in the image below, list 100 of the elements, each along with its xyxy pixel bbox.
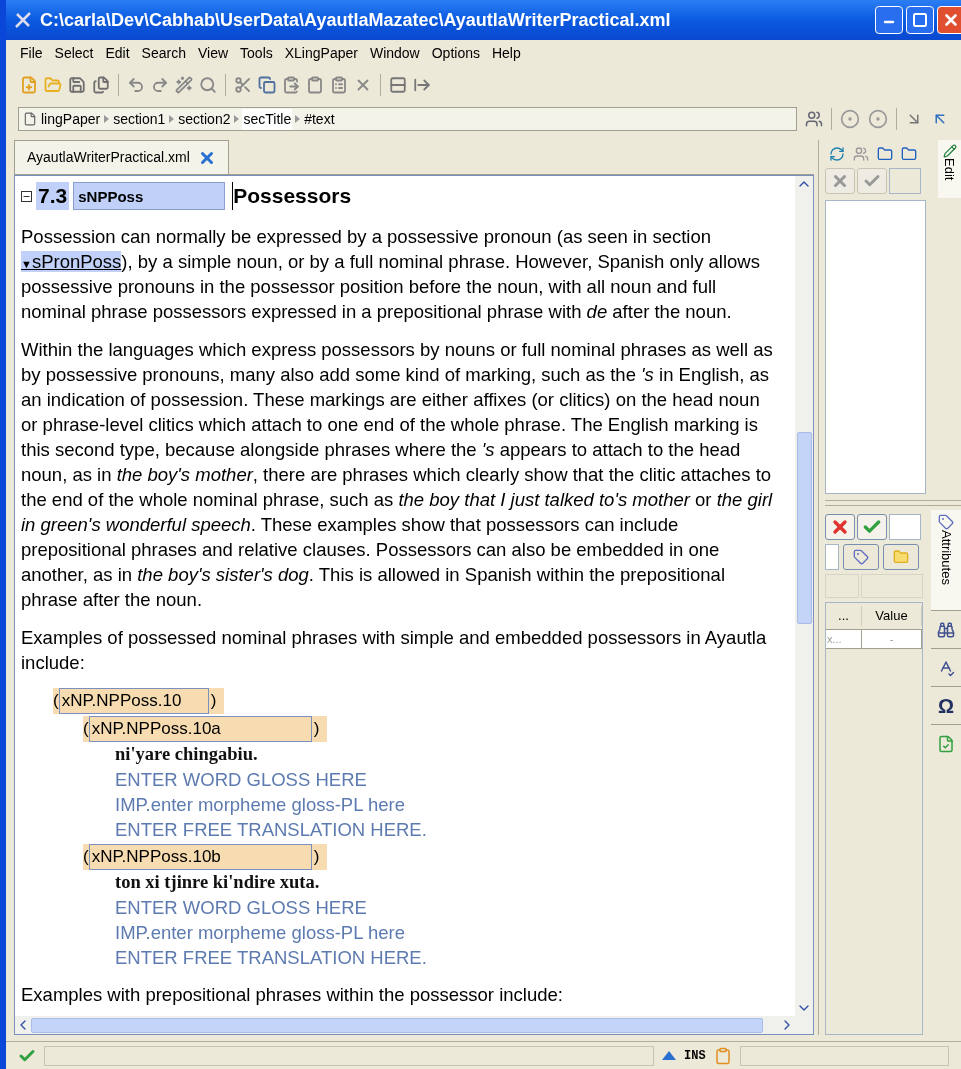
vernacular-text: ni'yare chingabiu. xyxy=(115,743,259,766)
scroll-thumb[interactable] xyxy=(31,1017,763,1033)
menu-item[interactable]: Help xyxy=(491,42,521,64)
cancel-button[interactable] xyxy=(825,168,855,194)
free-translation: ENTER FREE TRANSLATION HERE. xyxy=(115,946,428,970)
text-field[interactable] xyxy=(825,544,839,570)
horizontal-scrollbar[interactable] xyxy=(15,1016,795,1034)
files-icon[interactable] xyxy=(92,76,110,94)
menu-item[interactable]: Tools xyxy=(240,42,273,64)
table-cell: x... xyxy=(826,630,862,648)
paste-icon[interactable] xyxy=(282,76,300,94)
morpheme-gloss: IMP.enter morpheme gloss-PL here xyxy=(115,921,406,945)
rows-icon[interactable] xyxy=(389,76,407,94)
section-id-field[interactable]: sNPPoss xyxy=(73,182,226,210)
accept-button[interactable] xyxy=(857,514,887,540)
collapse-icon[interactable] xyxy=(21,190,32,202)
paren: ( xyxy=(83,718,89,741)
folder-icon[interactable] xyxy=(901,146,917,162)
breadcrumb-item[interactable]: section2 xyxy=(177,108,232,130)
search-icon[interactable] xyxy=(199,76,217,94)
menu-item[interactable]: Options xyxy=(431,42,480,64)
paren: ) xyxy=(313,718,320,741)
paren: ) xyxy=(313,846,320,869)
maximize-icon xyxy=(912,12,928,28)
save-icon[interactable] xyxy=(68,76,86,94)
menu-item[interactable]: View xyxy=(197,42,229,64)
section-number: 7.3 xyxy=(36,182,70,210)
side-tab[interactable]: Attributes xyxy=(931,510,961,610)
menu-item[interactable]: XLingPaper xyxy=(284,42,358,64)
tag-dropdown[interactable] xyxy=(843,544,879,570)
clipboard-icon[interactable] xyxy=(713,1046,732,1065)
side-tab[interactable]: Edit xyxy=(938,140,961,198)
paragraph: Examples of possessed nominal phrases with simple and embedded possessors in Ayautla include: xyxy=(21,626,768,675)
menu-item[interactable]: Edit xyxy=(105,42,130,64)
accept-button[interactable] xyxy=(857,168,887,194)
example-label-field[interactable]: xNP.NPPoss.10 xyxy=(58,688,209,714)
folder-icon[interactable] xyxy=(877,146,893,162)
paren: ( xyxy=(53,690,59,713)
breadcrumb-item[interactable]: secTitle xyxy=(242,108,293,130)
tag-icon xyxy=(853,549,869,565)
cross-icon xyxy=(831,172,849,190)
paren: ( xyxy=(83,846,89,869)
cancel-button[interactable] xyxy=(825,514,855,540)
wand-icon[interactable] xyxy=(175,76,193,94)
breadcrumb-item[interactable]: lingPaper xyxy=(40,108,102,130)
folder-dropdown[interactable] xyxy=(883,544,919,570)
folder-icon xyxy=(893,549,909,565)
menu-item[interactable]: Window xyxy=(369,42,420,64)
vertical-scrollbar[interactable] xyxy=(795,176,813,1034)
redo-icon[interactable] xyxy=(151,76,169,94)
cut-icon[interactable] xyxy=(234,76,252,94)
minimize-button[interactable] xyxy=(875,6,903,34)
menu-item[interactable]: File xyxy=(20,42,43,64)
breadcrumb-item[interactable]: #text xyxy=(303,108,336,130)
word-gloss: ENTER WORD GLOSS HERE xyxy=(115,768,368,792)
users-icon[interactable] xyxy=(805,110,823,128)
menu-item[interactable]: Select xyxy=(54,42,94,64)
copy-icon[interactable] xyxy=(258,76,276,94)
omega-tab[interactable]: Ω xyxy=(937,690,954,721)
paragraph: Within the languages which express possessors by nouns or full nominal phrases as well as by possessive pronouns, many also add some kind of marking, such as the 's in English, as an indication of possession. These markings are either affixes (or clitics) on the head noun or phrase-level clitics which attach to one end of the whole phrase. The English marking is this second type, because alongside phrases where the 's appears to attach to the head noun, as in the boy's mother, there are phrases which clearly show that the clitic attaches to the end of the whole nominal phrase, such as the boy that I just talked to's mother or the girl in green's wonderful speech. These examples show that possessors can include prepositional phrases and relative clauses. Possessors can also be embedded in one another, as in the boy's sister's dog. This is allowed in Spanish within the prepositional phrase after the noun. xyxy=(21,338,774,612)
close-button[interactable] xyxy=(937,6,961,34)
edit-list[interactable] xyxy=(825,200,927,494)
example-label-field[interactable]: xNP.NPPoss.10b xyxy=(88,844,312,870)
cross-icon xyxy=(830,517,850,537)
separator-arrow-icon xyxy=(169,115,175,123)
document-check-icon[interactable] xyxy=(937,734,955,753)
example-label-field[interactable]: xNP.NPPoss.10a xyxy=(88,716,312,742)
new-file-icon[interactable] xyxy=(20,76,38,94)
insert-mode: INS xyxy=(684,1047,706,1065)
maximize-button[interactable] xyxy=(906,6,934,34)
clipboard-list-icon[interactable] xyxy=(330,76,348,94)
column-header[interactable]: ... xyxy=(826,606,862,626)
file-tab[interactable]: AyautlaWriterPractical.xml xyxy=(14,140,229,174)
separator-arrow-icon xyxy=(234,115,240,123)
vernacular-text: ton xi tjinre ki'ndire xuta. xyxy=(115,871,321,894)
free-translation: ENTER FREE TRANSLATION HERE. xyxy=(115,818,428,842)
paren: ) xyxy=(210,690,217,713)
word-gloss: ENTER WORD GLOSS HERE xyxy=(115,896,368,920)
close-icon xyxy=(942,11,960,29)
menu-item[interactable]: Search xyxy=(141,42,186,64)
binoculars-icon[interactable] xyxy=(937,620,955,639)
document-icon xyxy=(23,112,37,126)
column-header[interactable]: Value xyxy=(862,606,922,626)
separator-arrow-icon xyxy=(295,115,301,123)
scroll-thumb[interactable] xyxy=(796,432,812,624)
breadcrumb-item[interactable]: section1 xyxy=(112,108,167,130)
users-icon[interactable] xyxy=(853,146,869,162)
undo-icon[interactable] xyxy=(127,76,145,94)
clipboard-icon[interactable] xyxy=(306,76,324,94)
tag-icon xyxy=(938,514,954,530)
paragraph: Possession can normally be expressed by a possessive pronoun (as seen in section ▼sPronPoss), by a simple noun, or by a full nominal phrase. However, Spanish only allows possessive pronouns in the possessor position before the noun, with all noun and full nominal phrase possessors expressed in a prepositional phrase with de after the noun. xyxy=(21,225,761,324)
paragraph: Examples with prepositional phrases within the possessor include: xyxy=(21,983,564,1007)
refresh-icon[interactable] xyxy=(829,146,845,162)
app-icon xyxy=(14,11,32,29)
table-cell: - xyxy=(862,630,922,648)
up-triangle-icon[interactable] xyxy=(662,1051,676,1060)
text-field[interactable] xyxy=(889,514,921,540)
window-title: C:\carla\Dev\Cabhab\UserData\AyautlaMazatec\AyautlaWriterPractical.xml xyxy=(40,8,672,32)
separator-arrow-icon xyxy=(104,115,110,123)
text-field[interactable] xyxy=(889,168,921,194)
